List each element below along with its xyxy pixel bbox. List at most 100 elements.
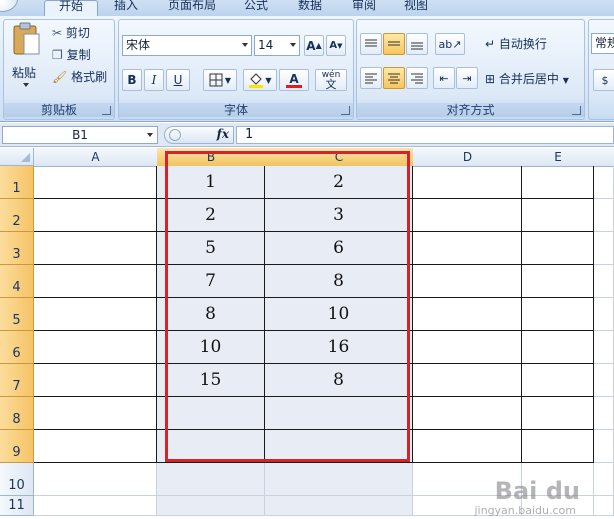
grow-font-button[interactable]: A ▲ — [304, 35, 324, 56]
office-button[interactable] — [0, 0, 18, 12]
column-header-f-partial[interactable] — [594, 148, 614, 167]
copy-button[interactable]: ❐ 复制 — [52, 46, 91, 63]
row-header-9[interactable]: 9 — [0, 430, 34, 463]
cell-d6[interactable] — [413, 331, 522, 364]
tab-insert[interactable]: 插入 — [104, 0, 148, 16]
paste-button[interactable]: 粘贴 — [8, 22, 44, 92]
formula-input[interactable]: 1 — [236, 126, 614, 144]
cell-d7[interactable] — [413, 364, 522, 397]
row-header-1[interactable]: 1 — [0, 166, 34, 199]
cell-e1[interactable] — [522, 166, 594, 199]
cell-d8[interactable] — [413, 397, 522, 430]
column-header-d[interactable]: D — [413, 148, 523, 167]
cell-e3[interactable] — [522, 232, 594, 265]
cell-b11[interactable] — [157, 496, 265, 516]
formula-bar-expand-icon[interactable] — [169, 129, 181, 141]
cell-d5[interactable] — [413, 298, 522, 331]
row-header-6[interactable]: 6 — [0, 331, 34, 364]
font-size-combo[interactable]: 14 — [254, 35, 300, 56]
cell-a1[interactable] — [34, 166, 157, 199]
worksheet-grid[interactable]: A B C D E 1 1 2 2 2 3 3 5 6 4 7 8 5 8 10 6 10 16 7 15 8 8 9 10 1… — [0, 148, 614, 519]
cell-a9[interactable] — [34, 430, 157, 463]
cell-e5[interactable] — [522, 298, 594, 331]
format-painter-button[interactable]: 🖌 格式刷 — [52, 68, 107, 85]
row-header-3[interactable]: 3 — [0, 232, 34, 265]
tab-view[interactable]: 视图 — [396, 0, 436, 16]
align-bottom-button[interactable] — [406, 33, 428, 55]
tab-home[interactable]: 开始 — [44, 0, 98, 17]
alignment-launcher[interactable] — [572, 106, 581, 115]
cell-d9[interactable] — [413, 430, 522, 463]
cell-a8[interactable] — [34, 397, 157, 430]
cell-b10[interactable] — [157, 463, 265, 496]
fx-icon[interactable]: fx — [217, 127, 229, 141]
clipboard-launcher[interactable] — [102, 106, 111, 115]
column-header-a[interactable]: A — [34, 148, 158, 167]
cell-a2[interactable] — [34, 199, 157, 232]
align-left-button[interactable] — [360, 67, 382, 89]
align-top-button[interactable] — [360, 33, 382, 55]
row-header-7[interactable]: 7 — [0, 364, 34, 397]
cell-a3[interactable] — [34, 232, 157, 265]
cell-f6[interactable] — [594, 331, 614, 364]
cell-e2[interactable] — [522, 199, 594, 232]
bold-button[interactable]: B — [122, 69, 142, 91]
orientation-button[interactable]: ab↗ — [435, 33, 465, 55]
name-box[interactable]: B1 — [2, 126, 158, 144]
align-right-button[interactable] — [406, 67, 428, 89]
cell-f4[interactable] — [594, 265, 614, 298]
borders-button[interactable]: ▼ — [203, 69, 237, 91]
cell-a7[interactable] — [34, 364, 157, 397]
align-middle-button[interactable] — [383, 33, 405, 55]
shrink-font-button[interactable]: A ▼ — [326, 35, 346, 56]
cell-f8[interactable] — [594, 397, 614, 430]
phonetic-button[interactable]: wén 文 — [315, 69, 347, 91]
cell-f9[interactable] — [594, 430, 614, 463]
cell-e6[interactable] — [522, 331, 594, 364]
select-all-corner[interactable] — [0, 148, 34, 166]
fill-color-button[interactable]: ▼ — [243, 69, 277, 91]
cell-f10[interactable] — [594, 463, 614, 496]
tab-page-layout[interactable]: 页面布局 — [160, 0, 224, 16]
cell-a11[interactable] — [34, 496, 157, 516]
cell-f11[interactable] — [594, 496, 614, 516]
cell-e7[interactable] — [522, 364, 594, 397]
cell-f7[interactable] — [594, 364, 614, 397]
font-name-combo[interactable]: 宋体 — [122, 35, 252, 56]
cell-f3[interactable] — [594, 232, 614, 265]
row-header-11[interactable]: 11 — [0, 496, 34, 516]
font-color-button[interactable]: A — [279, 69, 309, 91]
row-header-5[interactable]: 5 — [0, 298, 34, 331]
number-format-combo[interactable]: 常规 — [591, 33, 614, 54]
row-header-2[interactable]: 2 — [0, 199, 34, 232]
font-launcher[interactable] — [341, 106, 350, 115]
cell-d1[interactable] — [413, 166, 522, 199]
row-header-8[interactable]: 8 — [0, 397, 34, 430]
cell-a10[interactable] — [34, 463, 157, 496]
wrap-text-button[interactable]: ↵ 自动换行 — [485, 35, 547, 52]
cell-c11[interactable] — [265, 496, 413, 516]
cell-e9[interactable] — [522, 430, 594, 463]
row-header-4[interactable]: 4 — [0, 265, 34, 298]
column-header-e[interactable]: E — [522, 148, 595, 167]
cell-e4[interactable] — [522, 265, 594, 298]
align-center-button[interactable] — [383, 67, 405, 89]
row-header-10[interactable]: 10 — [0, 463, 34, 496]
cell-f2[interactable] — [594, 199, 614, 232]
cell-d4[interactable] — [413, 265, 522, 298]
decrease-indent-button[interactable]: ⇤ — [433, 67, 455, 89]
cell-a6[interactable] — [34, 331, 157, 364]
tab-formulas[interactable]: 公式 — [236, 0, 276, 16]
tab-data[interactable]: 数据 — [290, 0, 330, 16]
cell-f5[interactable] — [594, 298, 614, 331]
cell-a4[interactable] — [34, 265, 157, 298]
cell-c10[interactable] — [265, 463, 413, 496]
merge-center-button[interactable]: ⊞ 合并后居中 ▼ — [485, 70, 569, 87]
cut-button[interactable]: ✂ 剪切 — [52, 24, 90, 41]
tab-review[interactable]: 审阅 — [344, 0, 384, 16]
cell-e8[interactable] — [522, 397, 594, 430]
cell-d2[interactable] — [413, 199, 522, 232]
cell-a5[interactable] — [34, 298, 157, 331]
cell-f1[interactable] — [594, 166, 614, 199]
currency-button[interactable]: $ — [593, 69, 614, 91]
